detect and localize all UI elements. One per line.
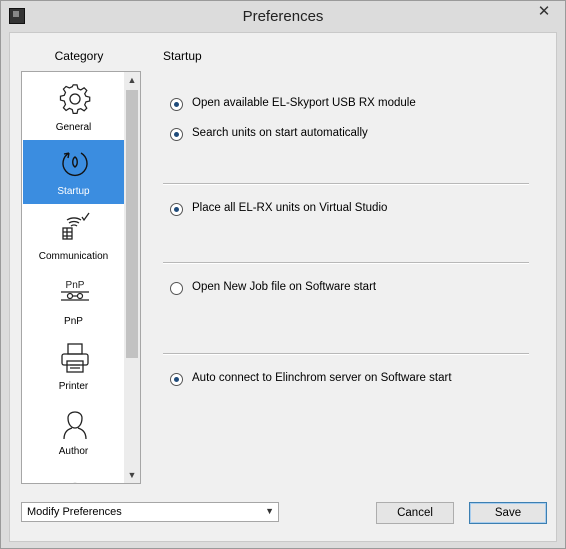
category-item-printer[interactable]: Printer xyxy=(23,335,124,399)
category-item-startup[interactable]: Startup xyxy=(23,140,124,204)
option-label: Open New Job file on Software start xyxy=(192,281,377,293)
option-label: Open available EL-Skyport USB RX module xyxy=(192,97,416,109)
radio-button[interactable] xyxy=(170,98,183,111)
mode-select-value: Modify Preferences xyxy=(27,506,122,518)
radio-button[interactable] xyxy=(170,373,183,386)
category-item-label: General xyxy=(55,122,92,133)
save-button[interactable]: Save xyxy=(469,502,547,524)
separator xyxy=(163,183,529,185)
separator xyxy=(163,262,529,264)
user-icon xyxy=(63,411,87,440)
category-item-label: Communication xyxy=(38,251,109,262)
mode-select[interactable]: Modify Preferences ▼ xyxy=(21,502,279,522)
svg-text:PnP: PnP xyxy=(66,280,85,291)
option-label: Place all EL-RX units on Virtual Studio xyxy=(192,202,388,214)
radio-button[interactable] xyxy=(170,203,183,216)
category-item-label: Author xyxy=(58,446,89,457)
category-item-general[interactable]: General xyxy=(23,76,124,140)
preferences-window: Preferences ✕ Category General Startup C… xyxy=(0,0,566,549)
scroll-up-arrow-icon[interactable]: ▲ xyxy=(124,72,140,88)
category-list[interactable]: General Startup Communication PnP PnP Pr… xyxy=(21,71,141,484)
category-item-label: Printer xyxy=(58,381,89,392)
category-scrollbar[interactable]: ▲ ▼ xyxy=(124,72,140,483)
category-item-communication[interactable]: Communication xyxy=(23,205,124,269)
gear-icon xyxy=(59,84,91,114)
category-item-label: Startup xyxy=(57,186,90,197)
category-item-author[interactable]: Author xyxy=(23,400,124,464)
category-item-label: PnP xyxy=(64,316,83,327)
window-title: Preferences xyxy=(242,8,324,25)
title-bar: Preferences ✕ xyxy=(1,1,565,32)
dialog-body: Category General Startup Communication P… xyxy=(9,32,557,542)
scroll-down-arrow-icon[interactable]: ▼ xyxy=(124,467,140,483)
separator xyxy=(163,353,529,355)
section-title: Startup xyxy=(163,49,202,63)
plug-and-play-icon: PnP xyxy=(61,280,89,301)
close-button[interactable]: ✕ xyxy=(528,2,560,22)
next-category-icon xyxy=(73,482,77,483)
category-heading: Category xyxy=(54,49,104,63)
option-label: Auto connect to Elinchrom server on Soft… xyxy=(192,372,452,384)
startup-power-icon xyxy=(62,152,88,177)
chevron-down-icon[interactable]: ▼ xyxy=(265,506,274,516)
cancel-button[interactable]: Cancel xyxy=(376,502,454,524)
category-item-pnp[interactable]: PnP PnP xyxy=(23,270,124,334)
wireless-antenna-icon xyxy=(62,212,90,240)
scroll-thumb[interactable] xyxy=(126,90,138,358)
option-label: Search units on start automatically xyxy=(192,127,368,139)
radio-button[interactable] xyxy=(170,282,183,295)
radio-button[interactable] xyxy=(170,128,183,141)
printer-icon xyxy=(61,343,89,373)
category-item-partial[interactable] xyxy=(23,465,124,483)
